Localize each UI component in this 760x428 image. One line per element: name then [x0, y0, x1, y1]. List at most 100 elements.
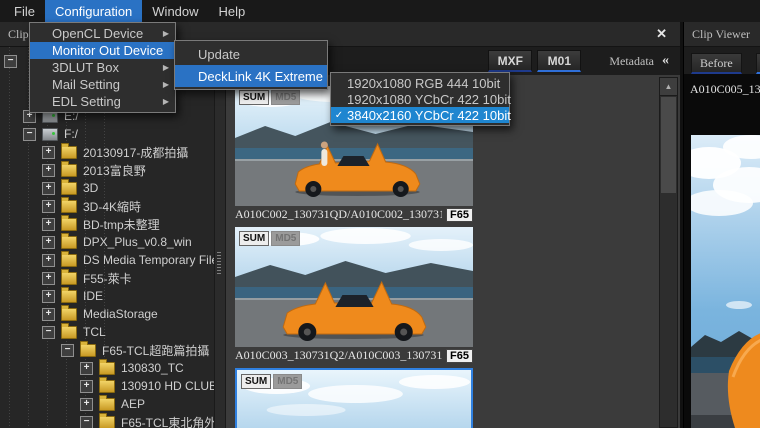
folder-name: AEP [121, 397, 146, 411]
folder-icon [61, 268, 77, 285]
tag-sum: SUM [239, 231, 270, 246]
clip-thumbnail[interactable]: SUM MD5 [235, 368, 473, 428]
viewer-tabs: Before After [684, 47, 760, 77]
tree-row-f65-tcl[interactable]: − F65-TCL超跑篇拍攝 [0, 340, 214, 359]
tree-row-aep[interactable]: + AEP [0, 394, 214, 413]
tree-row-2013[interactable]: +2013富良野 [0, 160, 214, 179]
menu-item-label: 3DLUT Box [52, 60, 119, 75]
check-icon: ✓ [334, 109, 344, 121]
menu-item-update[interactable]: Update [175, 43, 327, 65]
expand-node-icon[interactable]: + [42, 289, 55, 303]
tree-row-3d[interactable]: +3D [0, 178, 214, 197]
mxf-button[interactable]: MXF [488, 50, 533, 72]
expand-node-icon[interactable]: + [42, 181, 55, 195]
expand-node-icon[interactable]: + [42, 163, 55, 177]
collapse-node-icon[interactable]: − [42, 325, 55, 339]
splitter-grip-icon [217, 252, 221, 274]
collapse-node-icon[interactable]: − [4, 54, 17, 68]
clip-card[interactable]: SUM MD5 A010C003_130731Q2/A010C003_130731…… [235, 227, 473, 364]
camera-badge: F65 [446, 348, 473, 363]
clip-viewer-panel: Clip Viewer Before After A010C005_130 [683, 22, 760, 428]
menu-item-3840x2160-ycbcr-422-10bit[interactable]: ✓ 3840x2160 YCbCr 422 10bit [331, 107, 511, 123]
submenu-arrow-icon: ▶ [162, 80, 169, 89]
folder-icon [61, 178, 77, 195]
tree-row-f[interactable]: − F:/ [0, 125, 214, 143]
viewer-content: A010C005_130 [684, 74, 760, 428]
folder-name: BD-tmp未整理 [83, 217, 160, 232]
tree-row-f65-tcl[interactable]: − F65-TCL東北角外景 [0, 412, 214, 428]
folder-name: F65-TCL超跑篇拍攝 [102, 343, 210, 358]
tree-row-f55[interactable]: + F55-萊卡 [0, 268, 214, 287]
tag-md5: MD5 [271, 231, 301, 246]
menu-window[interactable]: Window [142, 0, 208, 22]
menu-item-label: DeckLink 4K Extreme [198, 68, 323, 84]
clip-viewer-title: Clip Viewer [684, 22, 760, 47]
metadata-collapse-icon[interactable]: « [662, 53, 669, 69]
menu-item-3dlut-box[interactable]: 3DLUT Box ▶ [30, 59, 175, 76]
folder-name: F55-萊卡 [83, 271, 132, 286]
tree-row-20130917[interactable]: +20130917-成都拍攝 [0, 142, 214, 161]
submenu-arrow-icon: ▶ [162, 29, 169, 38]
expand-node-icon[interactable]: + [42, 145, 55, 159]
scroll-up-icon[interactable]: ▲ [660, 78, 677, 96]
collapse-node-icon[interactable]: − [80, 415, 93, 428]
clip-name: A010C003_130731Q2/A010C003_130731… [235, 348, 443, 362]
m01-button[interactable]: M01 [537, 50, 582, 72]
expand-node-icon[interactable]: + [42, 235, 55, 249]
menu-item-label: OpenCL Device [52, 26, 144, 41]
folder-icon [61, 322, 77, 339]
menu-configuration[interactable]: Configuration [44, 0, 143, 22]
tree-row-ds-media-temporary-files[interactable]: + DS Media Temporary Files [0, 250, 214, 269]
clip-label-row: A010C002_130731QD/A010C002_130731… F65 [235, 206, 473, 223]
submenu-arrow-icon: ▶ [162, 63, 169, 72]
menu-help[interactable]: Help [209, 0, 256, 22]
menu-item-decklink-4k-extreme[interactable]: DeckLink 4K Extreme▶ [175, 65, 343, 87]
tree-splitter[interactable] [214, 47, 226, 428]
tree-row-tcl[interactable]: − TCL [0, 322, 214, 341]
folder-icon [99, 412, 115, 428]
viewer-image[interactable] [691, 135, 760, 428]
tree-row-130910-hd-club-t[interactable]: +130910 HD CLUB T [0, 376, 214, 395]
tree-row-bd-tmp[interactable]: + BD-tmp未整理 [0, 214, 214, 233]
expand-node-icon[interactable]: + [42, 253, 55, 267]
menu-item-mail-setting[interactable]: Mail Setting ▶ [30, 76, 175, 93]
menu-item-label: Mail Setting [52, 77, 120, 92]
menu-item-monitor-out-device[interactable]: Monitor Out Device▶ [30, 42, 183, 59]
menu-item-1920x1080-ycbcr-422-10bit[interactable]: 1920x1080 YCbCr 422 10bit [331, 91, 511, 107]
expand-node-icon[interactable]: + [42, 271, 55, 285]
folder-icon [61, 142, 77, 159]
tree-row-mediastorage[interactable]: + MediaStorage [0, 304, 214, 323]
tree-row-dpx-plus-v0-8-win[interactable]: + DPX_Plus_v0.8_win [0, 232, 214, 251]
app-window: File Configuration Window Help Clip ✕ − + E:/… [0, 0, 760, 428]
expand-node-icon[interactable]: + [80, 379, 93, 393]
folder-icon [61, 160, 77, 177]
close-icon[interactable]: ✕ [656, 26, 667, 42]
tree-row-3d-4k[interactable]: +3D-4K縮時 [0, 196, 214, 215]
menu-file[interactable]: File [4, 0, 45, 22]
collapse-node-icon[interactable]: − [61, 343, 74, 357]
tab-after[interactable]: After [755, 53, 760, 74]
tree-row-130830-tc[interactable]: +130830_TC [0, 358, 214, 377]
expand-node-icon[interactable]: + [80, 397, 93, 411]
configuration-menu: OpenCL Device ▶ Monitor Out Device▶3DLUT B… [29, 22, 183, 113]
monitor-out-submenu: Update DeckLink 4K Extreme▶ [174, 40, 343, 90]
folder-icon [61, 214, 77, 231]
menu-item-label: 3840x2160 YCbCr 422 10bit [347, 107, 511, 123]
menu-item-opencl-device[interactable]: OpenCL Device ▶ [30, 25, 175, 42]
expand-node-icon[interactable]: + [42, 307, 55, 321]
collapse-node-icon[interactable]: − [23, 127, 36, 141]
clip-thumbnail[interactable]: SUM MD5 [235, 227, 473, 347]
tab-before[interactable]: Before [691, 53, 742, 74]
clip-card[interactable]: SUM MD5 [235, 368, 473, 428]
menu-item-edl-setting[interactable]: EDL Setting ▶ [30, 93, 175, 110]
expand-node-icon[interactable]: + [42, 217, 55, 231]
tree-row-ide[interactable]: + IDE [0, 286, 214, 305]
expand-node-icon[interactable]: + [80, 361, 93, 375]
folder-name: MediaStorage [83, 307, 158, 321]
scrollbar-thumb[interactable] [661, 97, 676, 193]
folder-icon [61, 304, 77, 321]
menu-item-label: EDL Setting [52, 94, 121, 109]
menu-item-1920x1080-rgb-444-10bit[interactable]: 1920x1080 RGB 444 10bit [331, 75, 509, 91]
clip-list-scrollbar[interactable]: ▲ [659, 77, 678, 428]
expand-node-icon[interactable]: + [42, 199, 55, 213]
